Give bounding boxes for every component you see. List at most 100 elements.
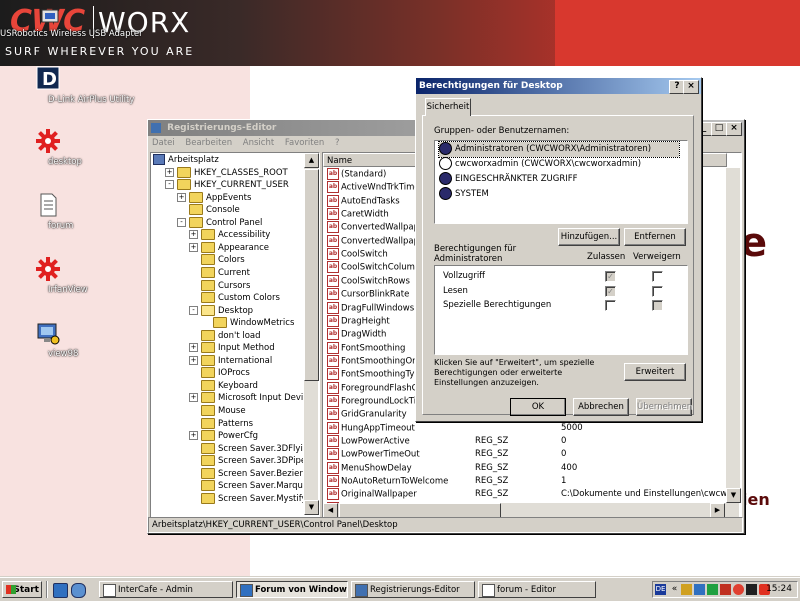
- scroll-up-button[interactable]: ▲: [304, 153, 319, 168]
- menu-help[interactable]: ?: [335, 138, 340, 148]
- network-icon[interactable]: [694, 584, 705, 595]
- registry-tree[interactable]: Arbeitsplatz + HKEY_CLASSES_ROOT - HKEY_CURR…: [150, 152, 320, 518]
- user-item[interactable]: SYSTEM: [439, 187, 489, 202]
- scroll-thumb[interactable]: [304, 169, 319, 381]
- task-intercafe[interactable]: InterCafe - Admin: [99, 581, 233, 598]
- tree-item[interactable]: - HKEY_CURRENT_USER: [165, 179, 289, 191]
- value-row[interactable]: ab LowPowerTimeOut REG_SZ 0: [323, 448, 727, 461]
- menu-bearbeiten[interactable]: Bearbeiten: [185, 138, 232, 148]
- tab-sicherheit[interactable]: Sicherheit: [425, 98, 471, 116]
- users-list[interactable]: Administratoren (CWCWORX\Administratoren…: [434, 140, 688, 224]
- tree-item[interactable]: + HKEY_CLASSES_ROOT: [165, 166, 288, 179]
- value-row[interactable]: ab OriginalWallpaper REG_SZ C:\Dokumente un…: [323, 488, 727, 501]
- security-tray-icon[interactable]: [720, 584, 731, 595]
- speaker-icon[interactable]: [681, 584, 692, 595]
- desktop-icon-dlink[interactable]: D D-Link AirPlus Utility: [3, 66, 134, 105]
- hscroll-thumb[interactable]: [339, 503, 501, 517]
- tree-item[interactable]: - Control Panel: [177, 216, 262, 229]
- tree-item[interactable]: + International: [189, 354, 272, 367]
- desktop-icon-irfanview[interactable]: IrfanView: [3, 256, 93, 295]
- user-item[interactable]: Administratoren (CWCWORX\Administratoren…: [438, 141, 680, 158]
- close-button[interactable]: ×: [726, 122, 742, 136]
- value-row[interactable]: ab NoAutoReturnToWelcome REG_SZ 1: [323, 475, 727, 488]
- tree-item[interactable]: IOProcs: [189, 367, 250, 379]
- maximize-button[interactable]: □: [711, 122, 727, 136]
- tree-item[interactable]: don't load: [189, 329, 261, 342]
- scroll-down-button[interactable]: ▼: [726, 488, 741, 503]
- scroll-down-button[interactable]: ▼: [304, 500, 319, 515]
- remove-button[interactable]: Entfernen: [624, 228, 686, 246]
- task-notepad[interactable]: forum - Editor: [478, 581, 596, 598]
- tree-item[interactable]: + Accessibility: [189, 229, 270, 241]
- permissions-titlebar[interactable]: Berechtigungen für Desktop ? ×: [416, 78, 701, 94]
- value-row[interactable]: ab HungAppTimeout 5000: [323, 421, 727, 435]
- user-item[interactable]: cwcworxadmin (CWCWORX\cwcworxadmin): [439, 157, 641, 172]
- tree-item[interactable]: Screen Saver.3DPipes: [189, 455, 303, 467]
- menu-datei[interactable]: Datei: [152, 138, 175, 148]
- tree-item[interactable]: Screen Saver.3DFlyingObj: [189, 442, 303, 455]
- desktop-icon-forum[interactable]: forum: [3, 192, 93, 231]
- allow-checkbox[interactable]: [605, 300, 616, 311]
- shield-tray-icon[interactable]: [733, 584, 744, 595]
- expand-icon[interactable]: +: [189, 242, 198, 252]
- expand-icon[interactable]: +: [189, 230, 198, 240]
- deny-checkbox[interactable]: [652, 271, 663, 282]
- tree-item[interactable]: Screen Saver.Mystify: [189, 492, 303, 505]
- tree-item[interactable]: Mouse: [189, 405, 246, 417]
- allow-checkbox[interactable]: ✓: [605, 286, 616, 297]
- tree-item[interactable]: + Microsoft Input Devices: [189, 392, 303, 404]
- scroll-left-button[interactable]: ◀: [323, 503, 338, 517]
- value-row[interactable]: ab LowPowerActive REG_SZ 0: [323, 435, 727, 448]
- tree-item[interactable]: Current: [189, 266, 250, 279]
- tree-item[interactable]: Arbeitsplatz: [153, 154, 219, 166]
- expand-icon[interactable]: +: [189, 355, 198, 365]
- tree-item[interactable]: Screen Saver.Marquee: [189, 480, 303, 492]
- desktop-icon-desktop[interactable]: desktop: [3, 128, 93, 167]
- tree-item[interactable]: Colors: [189, 254, 245, 266]
- advanced-button[interactable]: Erweitert: [624, 363, 686, 381]
- tree-item[interactable]: + AppEvents: [177, 191, 251, 204]
- tree-item[interactable]: - Desktop: [189, 304, 253, 317]
- expand-icon[interactable]: +: [189, 431, 198, 441]
- tree-item[interactable]: Cursors: [189, 279, 250, 292]
- collapse-icon[interactable]: -: [165, 180, 174, 190]
- scroll-right-button[interactable]: ▶: [710, 503, 725, 517]
- task-regedit[interactable]: Registrierungs-Editor: [351, 581, 475, 598]
- allow-checkbox[interactable]: ✓: [605, 271, 616, 282]
- tree-item[interactable]: Custom Colors: [189, 292, 280, 304]
- deny-checkbox[interactable]: [652, 286, 663, 297]
- language-indicator[interactable]: DE: [655, 584, 666, 595]
- expand-icon[interactable]: +: [189, 343, 198, 353]
- user-item[interactable]: EINGESCHRÄNKTER ZUGRIFF: [439, 172, 578, 187]
- tree-item[interactable]: + Input Method: [189, 342, 275, 354]
- ok-button[interactable]: OK: [510, 398, 566, 416]
- values-scrollbar[interactable]: ▼: [726, 168, 741, 503]
- cancel-button[interactable]: Abbrechen: [573, 398, 629, 416]
- expand-icon[interactable]: +: [165, 167, 174, 177]
- start-button[interactable]: Start: [2, 581, 42, 598]
- tree-item[interactable]: + Appearance: [189, 241, 269, 254]
- add-button[interactable]: Hinzufügen...: [558, 228, 620, 246]
- task-forum-browser[interactable]: Forum von Windowsp...: [236, 581, 348, 598]
- monitor-tray-icon[interactable]: [746, 584, 757, 595]
- tree-item[interactable]: Patterns: [189, 417, 253, 430]
- value-row[interactable]: ab MenuShowDelay REG_SZ 400: [323, 461, 727, 475]
- tree-item[interactable]: + PowerCfg: [189, 430, 258, 442]
- close-button[interactable]: ×: [683, 80, 699, 94]
- desktop-icon-usb-adapter[interactable]: USRobotics Wireless USB Adapter: [0, 8, 143, 39]
- chevron-left-icon[interactable]: «: [669, 584, 680, 595]
- tree-item[interactable]: Keyboard: [189, 379, 258, 392]
- tree-item[interactable]: WindowMetrics: [201, 317, 294, 329]
- expand-icon[interactable]: +: [177, 192, 186, 202]
- expand-icon[interactable]: +: [189, 393, 198, 403]
- dlink-tray-icon[interactable]: [707, 584, 718, 595]
- desktop-icon-view98[interactable]: view98: [3, 320, 93, 359]
- apply-button[interactable]: Übernehmen: [636, 398, 692, 416]
- collapse-icon[interactable]: -: [177, 217, 186, 227]
- outlook-icon[interactable]: [71, 583, 86, 598]
- tree-item[interactable]: Screen Saver.Bezier: [189, 467, 303, 480]
- values-hscrollbar[interactable]: ◀ ▶: [323, 503, 739, 517]
- menu-ansicht[interactable]: Ansicht: [243, 138, 274, 148]
- menu-favoriten[interactable]: Favoriten: [285, 138, 324, 148]
- tree-scrollbar[interactable]: ▲ ▼: [304, 153, 319, 515]
